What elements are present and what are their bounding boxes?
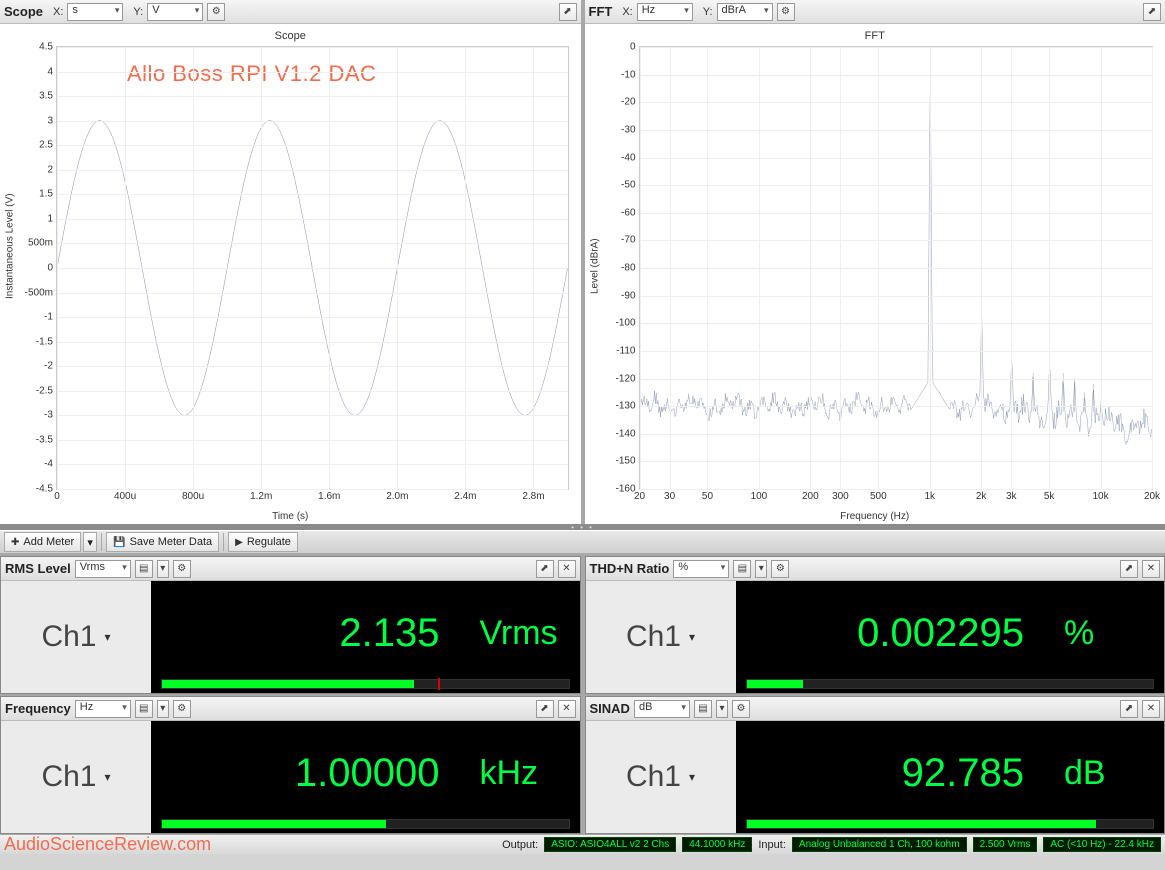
rms-level-meter: RMS Level Vrms ▤ ▾ ⚙ ⬈ ✕ Ch1 ▾ 2.135 Vrm… [0, 556, 581, 694]
output-label: Output: [502, 839, 538, 851]
close-icon[interactable]: ✕ [558, 700, 576, 718]
sinad-title: SINAD [590, 701, 630, 716]
gear-icon[interactable]: ⚙ [207, 3, 225, 21]
sinad-unit-select[interactable]: dB [634, 700, 690, 718]
output-rate-badge[interactable]: 44.1000 kHz [682, 837, 752, 852]
popout-icon[interactable]: ⬈ [559, 3, 577, 21]
filter-dropdown-icon[interactable]: ▾ [716, 700, 728, 718]
scope-x-axis-label: Time (s) [272, 511, 308, 522]
sinad-value: 92.785 [902, 751, 1024, 796]
thdn-channel: Ch1 [626, 620, 681, 654]
rms-channel: Ch1 [41, 620, 96, 654]
sinad-bargraph [746, 819, 1155, 829]
filter-dropdown-icon[interactable]: ▾ [157, 700, 169, 718]
plus-icon: ✚ [11, 537, 19, 548]
regulate-button[interactable]: ▶Regulate [228, 532, 298, 552]
add-meter-button[interactable]: ✚Add Meter [4, 532, 81, 552]
filter-icon[interactable]: ▤ [733, 560, 751, 578]
fft-y-unit-select[interactable]: dBrA [717, 3, 773, 21]
freq-channel: Ch1 [41, 760, 96, 794]
channel-dropdown-icon[interactable]: ▾ [105, 630, 111, 644]
add-meter-dropdown[interactable]: ▾ [83, 532, 97, 552]
meter-toolbar: ✚Add Meter ▾ 💾Save Meter Data ▶Regulate [0, 530, 1165, 554]
input-level-badge[interactable]: 2.500 Vrms [973, 837, 1038, 852]
channel-dropdown-icon[interactable]: ▾ [105, 770, 111, 784]
statusbar: AudioScienceReview.com Output: ASIO: ASI… [0, 834, 1165, 854]
watermark-text: AudioScienceReview.com [4, 834, 211, 855]
filter-icon[interactable]: ▤ [135, 560, 153, 578]
rms-unit: Vrms [480, 614, 570, 653]
scope-x-unit-select[interactable]: s [67, 3, 123, 21]
rms-bargraph [161, 679, 570, 689]
sinad-meter: SINAD dB ▤ ▾ ⚙ ⬈ ✕ Ch1 ▾ 92.785 dB [585, 696, 1165, 834]
scope-header: Scope X: s Y: V ⚙ ⬈ [0, 0, 581, 24]
scope-y-axis-label: Instantaneous Level (V) [5, 193, 16, 299]
thdn-bargraph [746, 679, 1155, 689]
fft-chart[interactable]: FFT Level (dBrA) Frequency (Hz) 0-10-20-… [585, 24, 1165, 524]
scope-y-unit-select[interactable]: V [147, 3, 203, 21]
thdn-title: THD+N Ratio [590, 561, 670, 576]
close-icon[interactable]: ✕ [558, 560, 576, 578]
output-driver-badge[interactable]: ASIO: ASIO4ALL v2 2 Chs [544, 837, 676, 852]
thdn-unit-select[interactable]: % [673, 560, 729, 578]
filter-icon[interactable]: ▤ [135, 700, 153, 718]
scope-title: Scope [4, 4, 43, 19]
scope-chart[interactable]: Scope Instantaneous Level (V) Time (s) A… [0, 24, 581, 524]
play-icon: ▶ [235, 537, 243, 548]
fft-panel: FFT X: Hz Y: dBrA ⚙ ⬈ FFT Level (dBrA) F… [585, 0, 1165, 524]
thdn-ratio-meter: THD+N Ratio % ▤ ▾ ⚙ ⬈ ✕ Ch1 ▾ 0.002295 % [585, 556, 1165, 694]
sinad-unit: dB [1064, 754, 1154, 793]
save-meter-button[interactable]: 💾Save Meter Data [106, 532, 219, 552]
channel-dropdown-icon[interactable]: ▾ [689, 770, 695, 784]
input-channel-badge[interactable]: Analog Unbalanced 1 Ch, 100 kohm [792, 837, 967, 852]
scope-y-label: Y: [133, 6, 143, 18]
gear-icon[interactable]: ⚙ [732, 700, 750, 718]
fft-y-axis-label: Level (dBrA) [589, 238, 600, 294]
filter-icon[interactable]: ▤ [694, 700, 712, 718]
close-icon[interactable]: ✕ [1142, 560, 1160, 578]
popout-icon[interactable]: ⬈ [1120, 700, 1138, 718]
freq-unit: kHz [480, 754, 570, 793]
fft-y-label: Y: [703, 6, 713, 18]
gear-icon[interactable]: ⚙ [777, 3, 795, 21]
thdn-value: 0.002295 [857, 611, 1024, 656]
fft-chart-title: FFT [593, 30, 1158, 42]
popout-icon[interactable]: ⬈ [536, 560, 554, 578]
gear-icon[interactable]: ⚙ [173, 700, 191, 718]
freq-unit-select[interactable]: Hz [75, 700, 131, 718]
scope-annotation: Allo Boss RPI V1.2 DAC [127, 61, 376, 87]
freq-title: Frequency [5, 701, 71, 716]
scope-x-label: X: [53, 6, 63, 18]
popout-icon[interactable]: ⬈ [1143, 3, 1161, 21]
filter-dropdown-icon[interactable]: ▾ [755, 560, 767, 578]
rms-unit-select[interactable]: Vrms [75, 560, 131, 578]
input-label: Input: [758, 839, 786, 851]
gear-icon[interactable]: ⚙ [771, 560, 789, 578]
freq-value: 1.00000 [295, 751, 440, 796]
rms-value: 2.135 [339, 611, 439, 656]
close-icon[interactable]: ✕ [1142, 700, 1160, 718]
fft-x-axis-label: Frequency (Hz) [840, 511, 909, 522]
popout-icon[interactable]: ⬈ [536, 700, 554, 718]
channel-dropdown-icon[interactable]: ▾ [689, 630, 695, 644]
scope-panel: Scope X: s Y: V ⚙ ⬈ Scope Instantaneous … [0, 0, 581, 524]
sinad-channel: Ch1 [626, 760, 681, 794]
thdn-unit: % [1064, 614, 1154, 653]
rms-title: RMS Level [5, 561, 71, 576]
freq-bargraph [161, 819, 570, 829]
scope-chart-title: Scope [8, 30, 573, 42]
gear-icon[interactable]: ⚙ [173, 560, 191, 578]
save-icon: 💾 [113, 537, 125, 548]
input-bandwidth-badge[interactable]: AC (<10 Hz) - 22.4 kHz [1043, 837, 1161, 852]
filter-dropdown-icon[interactable]: ▾ [157, 560, 169, 578]
popout-icon[interactable]: ⬈ [1120, 560, 1138, 578]
fft-title: FFT [589, 4, 613, 19]
frequency-meter: Frequency Hz ▤ ▾ ⚙ ⬈ ✕ Ch1 ▾ 1.00000 kHz [0, 696, 581, 834]
fft-header: FFT X: Hz Y: dBrA ⚙ ⬈ [585, 0, 1165, 24]
fft-x-label: X: [622, 6, 632, 18]
fft-x-unit-select[interactable]: Hz [637, 3, 693, 21]
